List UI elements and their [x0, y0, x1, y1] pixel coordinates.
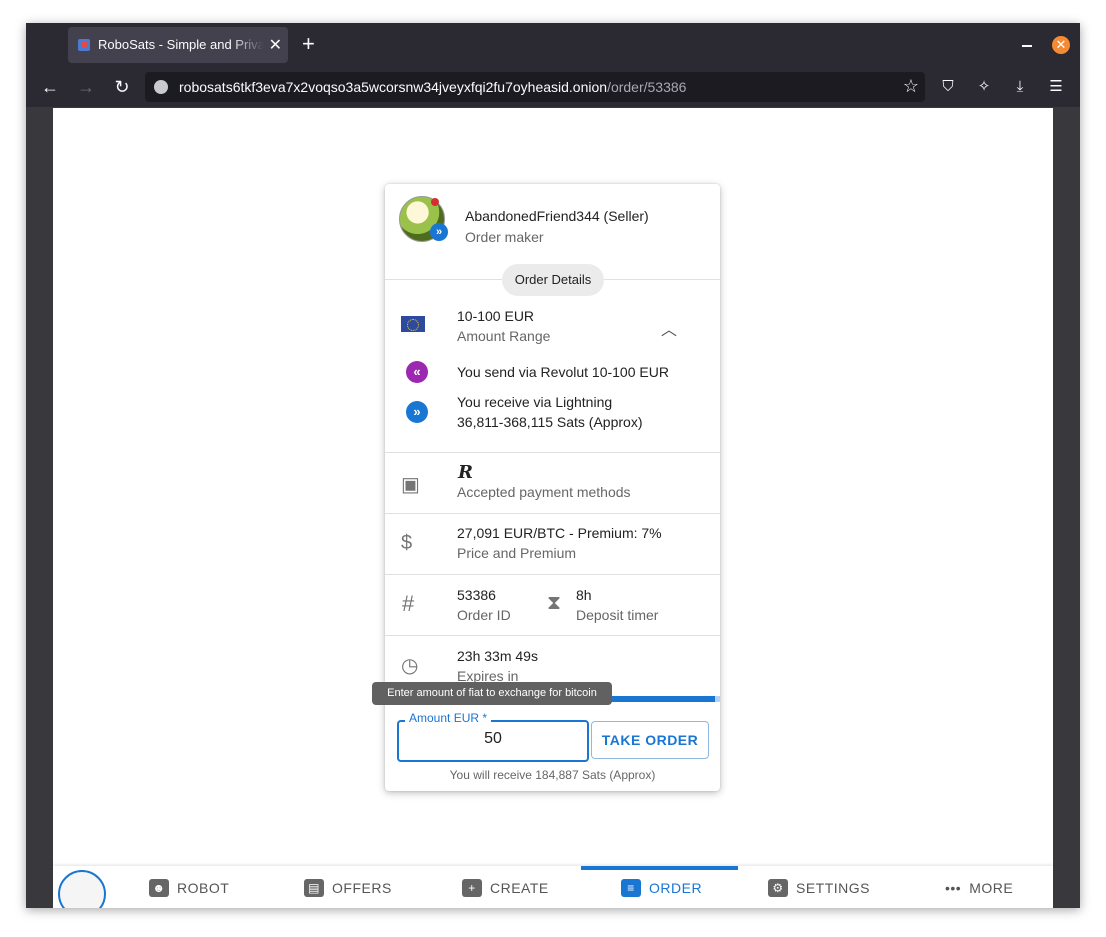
amount-range-value: 10-100 EUR [457, 308, 535, 324]
payment-methods-label: Accepted payment methods [457, 484, 631, 500]
amount-input-value[interactable]: 50 [397, 730, 589, 748]
divider [385, 513, 720, 514]
nav-more[interactable]: ••• MORE [945, 878, 1013, 898]
minimize-icon[interactable] [1022, 45, 1032, 47]
hourglass-icon: ⧗ [547, 592, 562, 614]
expires-value: 23h 33m 49s [457, 648, 538, 664]
price-label: Price and Premium [457, 545, 577, 561]
receive-icon: » [406, 401, 428, 423]
divider [385, 279, 502, 280]
shield-icon[interactable]: ⛉ [937, 76, 959, 98]
tab-close-icon[interactable]: ✕ [269, 35, 282, 55]
price-icon: $ [401, 532, 413, 554]
receive-text-line1: You receive via Lightning [457, 394, 613, 410]
send-text: You send via Revolut 10-100 EUR [457, 364, 669, 380]
site-identity-icon[interactable] [154, 80, 168, 94]
maker-role: Order maker [465, 229, 544, 245]
order-details-chip: Order Details [502, 264, 604, 296]
forward-icon[interactable]: → [76, 77, 96, 97]
back-icon[interactable]: ← [40, 77, 60, 97]
extensions-icon[interactable]: ✧ [973, 76, 995, 98]
robot-icon: ☻ [149, 879, 169, 897]
status-dot-icon [431, 198, 439, 206]
download-icon[interactable]: ⤓ [1009, 76, 1031, 98]
nav-order[interactable]: ≡ ORDER [621, 878, 702, 898]
menu-icon[interactable]: ☰ [1045, 76, 1067, 98]
new-tab-icon[interactable]: + [302, 33, 315, 55]
eur-flag-icon [401, 316, 425, 332]
order-id-label: Order ID [457, 607, 511, 623]
deposit-timer-value: 8h [576, 587, 592, 603]
nav-settings[interactable]: ⚙ SETTINGS [768, 878, 870, 898]
robot-avatar[interactable]: » [399, 196, 448, 242]
nav-robot[interactable]: ☻ ROBOT [149, 878, 229, 898]
assignment-icon: ≡ [621, 879, 641, 897]
order-id-value: 53386 [457, 587, 496, 603]
page-content: » AbandonedFriend344 (Seller) Order make… [53, 108, 1053, 908]
clock-icon: ◷ [401, 655, 419, 677]
more-horiz-icon: ••• [945, 880, 962, 896]
chevron-up-icon[interactable]: ︿ [661, 316, 677, 340]
lightning-badge-icon: » [430, 223, 448, 241]
url-text[interactable]: robosats6tkf3eva7x2voqso3a5wcorsnw34jvey… [179, 79, 686, 95]
deposit-timer-label: Deposit timer [576, 607, 659, 623]
divider [385, 635, 720, 636]
tab-strip: RoboSats - Simple and Private Bitcoin Ex… [26, 23, 1080, 67]
close-window-icon[interactable]: ✕ [1052, 36, 1070, 54]
maker-name: AbandonedFriend344 (Seller) [465, 208, 649, 224]
active-tab-indicator [581, 866, 738, 870]
receive-estimate: You will receive 184,887 Sats (Approx) [449, 768, 656, 782]
take-order-button[interactable]: TAKE ORDER [591, 721, 709, 759]
storefront-icon: ▤ [304, 879, 324, 897]
browser-window: RoboSats - Simple and Private Bitcoin Ex… [26, 23, 1080, 908]
tab-title: RoboSats - Simple and Private Bitcoin Ex… [98, 37, 264, 52]
bottom-navigation: ☻ ROBOT ▤ OFFERS + CREATE ≡ ORDER ⚙ SETTINGS … [53, 866, 1053, 908]
add-box-icon: + [462, 879, 482, 897]
hash-icon: # [402, 591, 415, 616]
divider [604, 279, 720, 280]
divider [385, 452, 720, 453]
robosats-logo-icon[interactable] [58, 870, 106, 908]
robosats-favicon-icon [78, 39, 90, 51]
amount-range-label: Amount Range [457, 328, 551, 344]
send-icon: « [406, 361, 428, 383]
amount-tooltip: Enter amount of fiat to exchange for bit… [372, 682, 612, 705]
order-card: » AbandonedFriend344 (Seller) Order make… [372, 184, 720, 791]
price-value: 27,091 EUR/BTC - Premium: 7% [457, 525, 662, 541]
settings-icon: ⚙ [768, 879, 788, 897]
nav-offers[interactable]: ▤ OFFERS [304, 878, 392, 898]
receive-text-line2: 36,811-368,115 Sats (Approx) [457, 414, 643, 430]
divider [385, 574, 720, 575]
nav-create[interactable]: + CREATE [462, 878, 549, 898]
amount-input-label: Amount EUR * [405, 711, 492, 725]
url-bar[interactable]: robosats6tkf3eva7x2voqso3a5wcorsnw34jvey… [145, 72, 925, 102]
bookmark-star-icon[interactable]: ☆ [903, 76, 919, 97]
reload-icon[interactable]: ↻ [112, 77, 132, 97]
browser-tab[interactable]: RoboSats - Simple and Private Bitcoin Ex… [68, 27, 288, 63]
navigation-bar: ← → ↻ robosats6tkf3eva7x2voqso3a5wcorsnw… [26, 67, 1080, 107]
payments-icon: ▣ [401, 474, 420, 496]
revolut-logo-icon: R [458, 462, 473, 483]
